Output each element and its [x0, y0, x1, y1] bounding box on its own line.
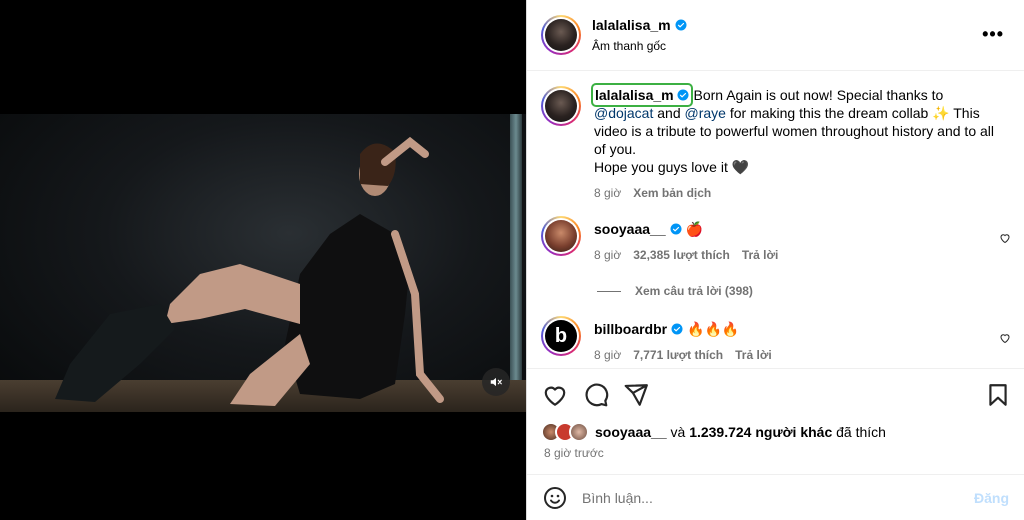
translate-button[interactable]: Xem bản dịch [633, 184, 711, 202]
verified-badge-icon [677, 89, 689, 101]
view-replies-button[interactable]: Xem câu trả lời (398) [597, 284, 753, 298]
commenter-username[interactable]: sooyaaa__ [594, 220, 682, 238]
commenter-username-text[interactable]: billboardbr [594, 320, 667, 338]
comment-time[interactable]: 8 giờ [594, 246, 621, 264]
mute-button[interactable] [482, 368, 510, 396]
likes-connector: và [666, 424, 690, 440]
liker-username[interactable]: sooyaaa__ [595, 424, 667, 440]
emoji-smiley-icon[interactable] [543, 486, 567, 510]
replies-divider [597, 290, 621, 292]
comment-composer: Đăng [527, 474, 1024, 520]
caption-author-username[interactable]: lalalalisa_m [591, 83, 693, 107]
video-figure [55, 136, 444, 406]
likes-suffix: đã thích [832, 424, 886, 440]
likes-summary: sooyaaa__ và 1.239.724 người khác đã thí… [541, 422, 886, 442]
like-comment-heart-icon[interactable] [999, 232, 1011, 244]
liker-avatar[interactable] [569, 422, 589, 442]
save-bookmark-icon[interactable] [985, 382, 1011, 408]
mention-raye[interactable]: @raye [685, 105, 726, 121]
reply-button[interactable]: Trả lời [742, 246, 779, 264]
author-avatar[interactable] [541, 15, 581, 55]
commenter-username-text[interactable]: sooyaaa__ [594, 220, 666, 238]
sparkle-emoji: ✨ [932, 105, 950, 121]
audio-label[interactable]: Âm thanh gốc [592, 39, 687, 53]
commenter-avatar[interactable]: b [541, 316, 581, 356]
comment-body: sooyaaa__ 🍎 8 giờ 32,385 lượt thích Trả … [594, 216, 1004, 264]
verified-badge-icon [671, 323, 683, 335]
post-details-panel: lalalalisa_m Âm thanh gốc ••• lalalalisa… [526, 0, 1024, 520]
reply-button[interactable]: Trả lời [735, 346, 772, 364]
likes-others-link[interactable]: 1.239.724 người khác [689, 424, 832, 440]
like-comment-heart-icon[interactable] [999, 332, 1011, 344]
comment-item: b billboardbr 🔥🔥🔥 8 giờ 7,771 lượt thích… [541, 316, 1011, 364]
comment-meta: 8 giờ 7,771 lượt thích Trả lời [594, 346, 1004, 364]
post-comment-button[interactable]: Đăng [974, 490, 1009, 506]
share-paper-plane-icon[interactable] [623, 382, 649, 408]
commenter-avatar[interactable] [541, 216, 581, 256]
caption-line-2: Hope you guys love it 🖤 [594, 159, 750, 175]
caption-text-part: and [653, 105, 685, 121]
likes-text: sooyaaa__ và 1.239.724 người khác đã thí… [595, 424, 886, 440]
comment-input[interactable] [582, 489, 942, 506]
view-replies-label[interactable]: Xem câu trả lời (398) [635, 284, 753, 298]
comment-body: billboardbr 🔥🔥🔥 8 giờ 7,771 lượt thích T… [594, 316, 1004, 364]
caption-body: lalalalisa_m Born Again is out now! Spec… [591, 83, 1004, 202]
like-heart-icon[interactable] [542, 382, 568, 408]
caption-text-part: Born Again is out now! Special thanks to [689, 87, 944, 103]
more-options-icon[interactable]: ••• [982, 24, 1004, 45]
commenter-username[interactable]: billboardbr [594, 320, 683, 338]
comment-item: sooyaaa__ 🍎 8 giờ 32,385 lượt thích Trả … [541, 216, 1011, 264]
caption-author-text[interactable]: lalalalisa_m [595, 86, 674, 104]
mention-dojacat[interactable]: @dojacat [594, 105, 653, 121]
video-player[interactable] [0, 114, 526, 412]
comment-meta: 8 giờ 32,385 lượt thích Trả lời [594, 246, 1004, 264]
comment-time[interactable]: 8 giờ [594, 346, 621, 364]
comments-list[interactable]: lalalalisa_m Born Again is out now! Spec… [527, 72, 1024, 368]
speaker-muted-icon [490, 377, 502, 387]
author-username[interactable]: lalalalisa_m [592, 17, 687, 33]
caption-author-avatar[interactable] [541, 86, 581, 126]
media-pane [0, 0, 526, 520]
comment-text: 🍎 [685, 221, 703, 237]
verified-badge-icon [675, 19, 687, 31]
instagram-post-view: lalalalisa_m Âm thanh gốc ••• lalalalisa… [0, 0, 1024, 520]
caption-meta: 8 giờ Xem bản dịch [594, 184, 1004, 202]
caption-time[interactable]: 8 giờ [594, 184, 621, 202]
post-header: lalalalisa_m Âm thanh gốc ••• [527, 0, 1024, 71]
post-time-ago[interactable]: 8 giờ trước [544, 446, 604, 460]
caption-text: lalalalisa_m Born Again is out now! Spec… [591, 83, 1004, 158]
caption-item: lalalalisa_m Born Again is out now! Spec… [541, 83, 1011, 202]
author-username-text[interactable]: lalalalisa_m [592, 17, 671, 33]
comment-text: 🔥🔥🔥 [687, 321, 740, 337]
verified-badge-icon [670, 223, 682, 235]
action-bar [527, 368, 1024, 420]
comment-like-count[interactable]: 32,385 lượt thích [633, 246, 730, 264]
comment-like-count[interactable]: 7,771 lượt thích [633, 346, 723, 364]
caption-text-part: for making this the dream collab [725, 105, 933, 121]
comment-bubble-icon[interactable] [583, 382, 609, 408]
